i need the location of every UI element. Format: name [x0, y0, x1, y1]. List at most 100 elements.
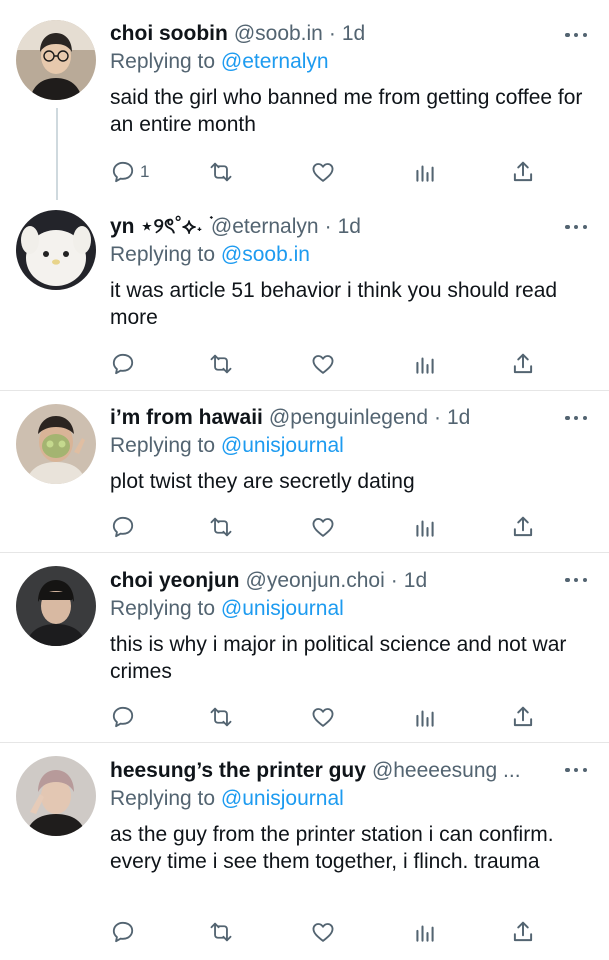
tweet-content: i’m from hawaii @penguinlegend · 1d Repl…: [110, 405, 591, 495]
tweet-text: plot twist they are secretly dating: [110, 470, 415, 493]
like-button[interactable]: [310, 350, 336, 378]
replying-label: Replying to: [110, 50, 216, 73]
tweet-text: it was article 51 behavior i think you s…: [110, 279, 558, 329]
tweet-content: choi soobin @soob.in · 1d Replying to @e…: [110, 21, 591, 138]
reply-icon: [110, 351, 136, 377]
replying-to: Replying to @eternalyn: [110, 49, 591, 75]
like-button[interactable]: [310, 158, 336, 186]
retweet-button[interactable]: [208, 918, 234, 946]
like-icon: [310, 514, 336, 540]
avatar[interactable]: [16, 20, 96, 100]
share-icon: [510, 351, 536, 377]
reply-count: 1: [140, 162, 150, 181]
views-button[interactable]: [412, 350, 438, 378]
tweet-header: choi soobin @soob.in · 1d: [110, 21, 591, 47]
views-button[interactable]: [412, 703, 438, 731]
timestamp[interactable]: 1d: [342, 21, 365, 47]
tweet-header: heesung’s the printer guy @heeeesung ...: [110, 758, 551, 784]
more-icon[interactable]: [565, 31, 587, 39]
retweet-button[interactable]: [208, 350, 234, 378]
share-button[interactable]: [510, 513, 536, 541]
reply-mention[interactable]: @unisjournal: [221, 434, 344, 457]
reply-button[interactable]: [110, 918, 136, 946]
avatar[interactable]: [16, 756, 96, 836]
more-icon[interactable]: [565, 576, 587, 584]
tweet-text: as the guy from the printer station i ca…: [110, 823, 554, 873]
timestamp[interactable]: 1d: [338, 214, 361, 240]
tweet-content: yn ⋆୨ৎ˚⟡˖ ࣪ @eternalyn · 1d Replying to …: [110, 214, 591, 331]
more-icon[interactable]: [565, 766, 587, 774]
share-icon: [510, 514, 536, 540]
views-icon: [412, 159, 438, 185]
thread-connector-line: [56, 108, 58, 200]
divider: [0, 552, 609, 553]
reply-button[interactable]: [110, 350, 136, 378]
tweet-actions: 1: [110, 158, 550, 186]
retweet-icon: [208, 704, 234, 730]
reply-button[interactable]: 1: [110, 158, 149, 186]
share-icon: [510, 919, 536, 945]
reply-icon: [110, 704, 136, 730]
reply-mention[interactable]: @eternalyn: [221, 50, 329, 73]
avatar[interactable]: [16, 210, 96, 290]
like-button[interactable]: [310, 918, 336, 946]
more-icon[interactable]: [565, 414, 587, 422]
retweet-icon: [208, 351, 234, 377]
user-handle[interactable]: @penguinlegend: [269, 405, 428, 431]
divider: [0, 742, 609, 743]
retweet-button[interactable]: [208, 158, 234, 186]
display-name[interactable]: yn ⋆୨ৎ˚⟡˖ ࣪: [110, 214, 209, 240]
views-icon: [412, 919, 438, 945]
replying-label: Replying to: [110, 434, 216, 457]
like-button[interactable]: [310, 513, 336, 541]
share-button[interactable]: [510, 158, 536, 186]
replying-to: Replying to @unisjournal: [110, 596, 591, 622]
display-name[interactable]: i’m from hawaii: [110, 405, 263, 431]
share-button[interactable]: [510, 918, 536, 946]
views-button[interactable]: [412, 918, 438, 946]
share-button[interactable]: [510, 703, 536, 731]
replying-to: Replying to @unisjournal: [110, 786, 591, 812]
retweet-button[interactable]: [208, 513, 234, 541]
user-handle[interactable]: @heeeesung ...: [372, 758, 521, 784]
tweet-header: i’m from hawaii @penguinlegend · 1d: [110, 405, 591, 431]
replying-label: Replying to: [110, 597, 216, 620]
reply-button[interactable]: [110, 513, 136, 541]
display-name[interactable]: choi yeonjun: [110, 568, 240, 594]
share-button[interactable]: [510, 350, 536, 378]
reply-mention[interactable]: @soob.in: [221, 243, 310, 266]
replying-label: Replying to: [110, 243, 216, 266]
display-name[interactable]: heesung’s the printer guy: [110, 758, 366, 784]
timestamp[interactable]: 1d: [447, 405, 470, 431]
views-button[interactable]: [412, 158, 438, 186]
separator-dot: ·: [324, 215, 332, 238]
replying-to: Replying to @unisjournal: [110, 433, 591, 459]
retweet-button[interactable]: [208, 703, 234, 731]
tweet-text: said the girl who banned me from getting…: [110, 86, 583, 136]
retweet-icon: [208, 514, 234, 540]
user-handle[interactable]: @yeonjun.choi: [246, 568, 385, 594]
separator-dot: ·: [390, 569, 398, 592]
avatar[interactable]: [16, 566, 96, 646]
more-icon[interactable]: [565, 223, 587, 231]
replying-to: Replying to @soob.in: [110, 242, 591, 268]
avatar[interactable]: [16, 404, 96, 484]
timestamp[interactable]: 1d: [404, 568, 427, 594]
like-button[interactable]: [310, 703, 336, 731]
tweet-actions: [110, 350, 550, 378]
views-icon: [412, 514, 438, 540]
tweet-content: heesung’s the printer guy @heeeesung ...…: [110, 758, 591, 875]
tweet-actions: [110, 513, 550, 541]
reply-button[interactable]: [110, 703, 136, 731]
reply-mention[interactable]: @unisjournal: [221, 787, 344, 810]
tweet-text: this is why i major in political science…: [110, 633, 567, 683]
reply-mention[interactable]: @unisjournal: [221, 597, 344, 620]
user-handle[interactable]: @eternalyn: [211, 214, 319, 240]
like-icon: [310, 919, 336, 945]
tweet-header: choi yeonjun @yeonjun.choi · 1d: [110, 568, 591, 594]
user-handle[interactable]: @soob.in: [234, 21, 323, 47]
display-name[interactable]: choi soobin: [110, 21, 228, 47]
like-icon: [310, 159, 336, 185]
reply-icon: [110, 159, 136, 185]
views-button[interactable]: [412, 513, 438, 541]
